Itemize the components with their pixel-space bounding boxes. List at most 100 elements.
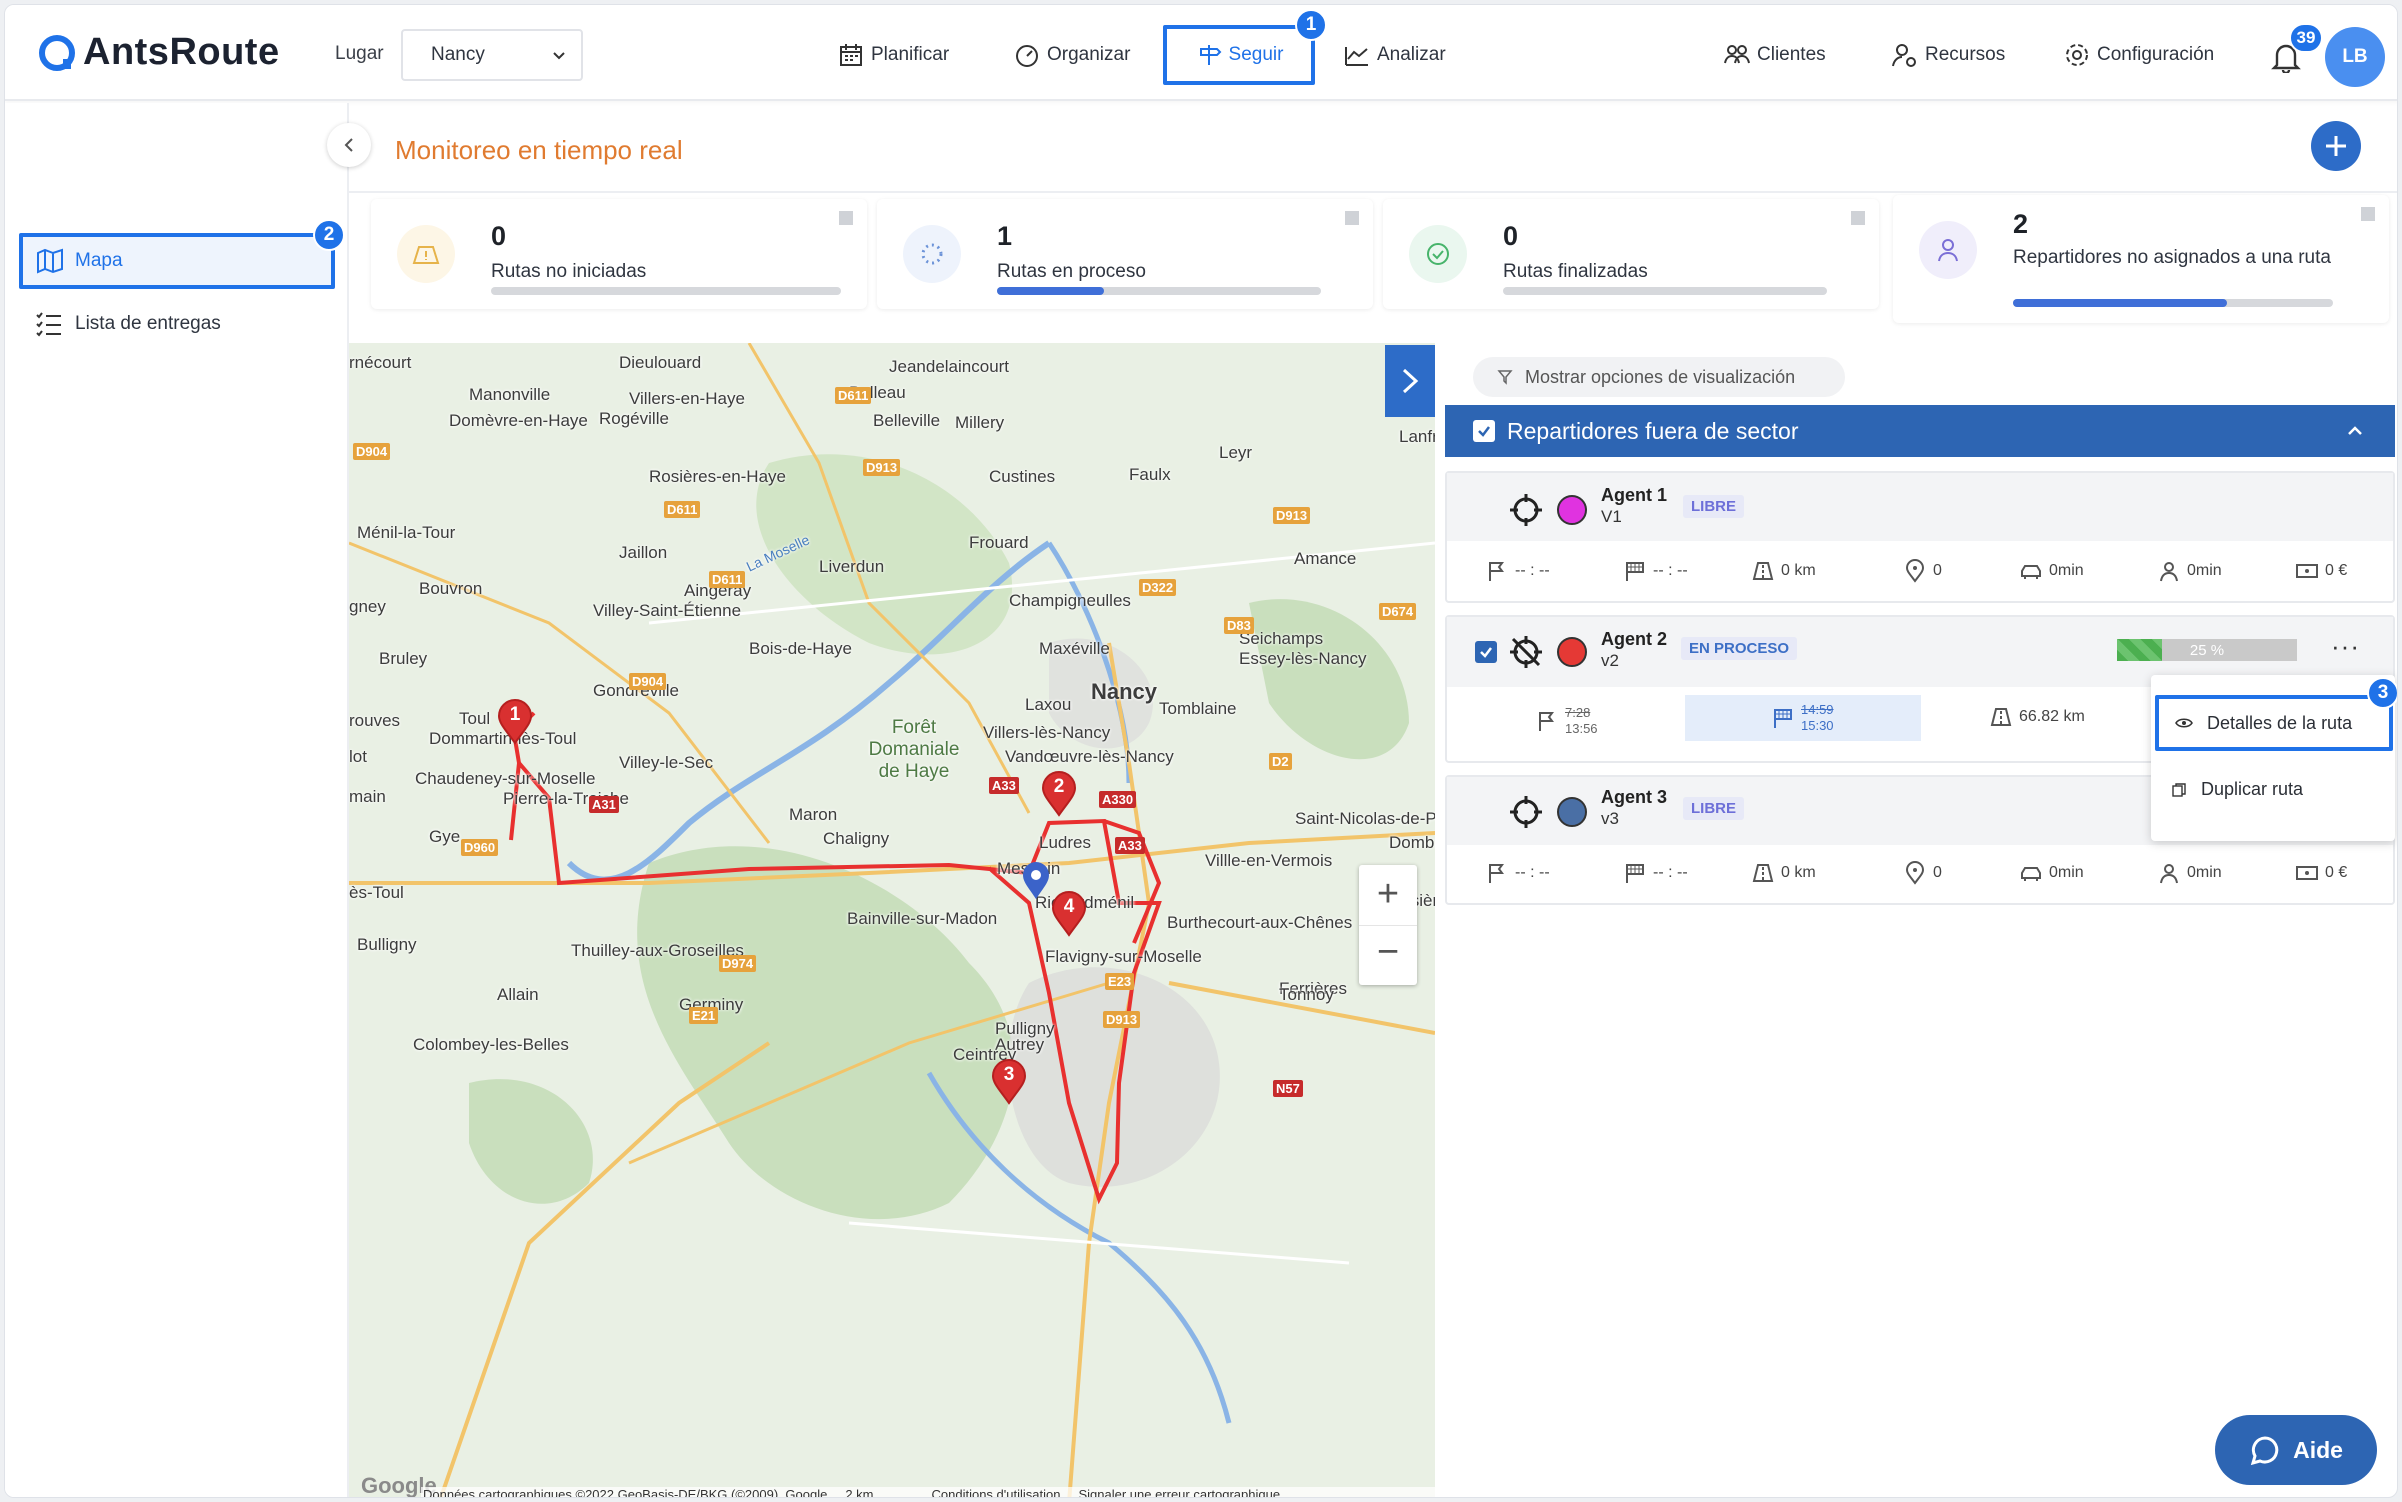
chevron-up-icon[interactable] <box>2345 421 2365 441</box>
crosshair-icon[interactable] <box>1509 493 1543 527</box>
road-shield: D913 <box>1103 1011 1141 1028</box>
menu-item-duplicar[interactable]: Duplicar ruta <box>2171 779 2303 800</box>
road-shield: D2 <box>1269 753 1292 770</box>
logo[interactable]: AntsRoute <box>37 31 280 74</box>
map-place-label: Chaligny <box>823 829 890 848</box>
money-icon <box>2296 866 2318 880</box>
stops: 0 <box>1903 559 1942 583</box>
car-icon <box>2021 565 2041 579</box>
agent-checkbox[interactable] <box>1475 641 1497 663</box>
app-window: AntsRoute Lugar Nancy Planificar Organiz… <box>4 4 2398 1498</box>
distance: 66.82 km <box>1989 705 2085 729</box>
nav-organizar[interactable]: Organizar <box>1013 35 1130 75</box>
more-options-button[interactable]: ··· <box>2331 631 2360 662</box>
map[interactable]: Dieulouard Jeandelaincourt Manonville Ville… <box>349 343 1435 1497</box>
agent-card-1[interactable]: Agent 1 V1 LIBRE -- : -- -- : -- 0 km 0 … <box>1445 471 2395 603</box>
end-time: -- : -- <box>1623 861 1688 885</box>
kpi-icon <box>903 225 961 283</box>
nav-analizar[interactable]: Analizar <box>1343 35 1446 75</box>
nav-seguir[interactable]: Seguir <box>1163 25 1315 85</box>
nav-configuracion[interactable]: Configuración <box>2063 35 2214 75</box>
kpi-toggle[interactable] <box>2361 207 2375 221</box>
route-marker[interactable]: 3 <box>991 1059 1027 1105</box>
kpi-card-en-proceso[interactable]: 1 Rutas en proceso <box>877 199 1373 309</box>
report-link[interactable]: Signaler une erreur cartographique <box>1078 1487 1280 1497</box>
check-circle-icon <box>1427 243 1449 265</box>
kpi-card-no-iniciadas[interactable]: 0 Rutas no iniciadas <box>371 199 867 309</box>
zoom-out-button[interactable]: − <box>1359 925 1417 985</box>
money-icon <box>2296 564 2318 578</box>
kpi-card-finalizadas[interactable]: 0 Rutas finalizadas <box>1383 199 1879 309</box>
sidebar-item-mapa[interactable]: Mapa <box>19 233 335 289</box>
map-place-label: Chaudeney-sur-Moselle <box>415 769 596 788</box>
map-place-label: Bruley <box>379 649 428 668</box>
drive-time: 0min <box>2019 861 2084 885</box>
road-shield: A33 <box>989 777 1019 794</box>
person-icon <box>2160 562 2178 582</box>
chevron-down-icon <box>553 52 565 60</box>
map-place-label: Frouard <box>969 533 1029 552</box>
map-scale: 2 km <box>845 1487 913 1497</box>
map-place-label: Ménil-la-Tour <box>357 523 456 542</box>
zoom-in-button[interactable]: + <box>1359 865 1417 925</box>
logo-icon <box>39 34 75 71</box>
route-marker[interactable]: 4 <box>1051 891 1087 937</box>
road-shield: D674 <box>1379 603 1417 620</box>
context-menu: Detalles de la ruta Duplicar ruta <box>2151 675 2395 841</box>
sidebar: Mapa 2 Lista de entregas <box>5 103 349 1497</box>
nav-planificar[interactable]: Planificar <box>837 35 949 75</box>
sidebar-item-lista[interactable]: Lista de entregas <box>35 311 221 337</box>
help-button[interactable]: Aide <box>2215 1415 2377 1485</box>
top-bar: AntsRoute Lugar Nancy Planificar Organiz… <box>5 5 2397 101</box>
kpi-card-no-asignados[interactable]: 2 Repartidores no asignados a una ruta <box>1893 195 2389 323</box>
map-place-label: Faulx <box>1129 465 1171 484</box>
section-checkbox[interactable] <box>1473 420 1495 442</box>
check-icon <box>1480 647 1492 658</box>
nav-clientes[interactable]: Clientes <box>1723 35 1826 75</box>
kpi-progress <box>997 287 1321 295</box>
expand-map-button[interactable] <box>1385 345 1435 417</box>
nav-recursos[interactable]: Recursos <box>1891 35 2005 75</box>
vehicle-position-marker[interactable] <box>1021 861 1051 906</box>
lugar-label: Lugar <box>335 43 384 64</box>
map-attribution: Données cartographiques ©2022 GeoBasis-D… <box>421 1487 1435 1497</box>
lugar-select[interactable]: Nancy <box>401 29 583 81</box>
terms-link[interactable]: Conditions d'utilisation <box>932 1487 1061 1497</box>
route-marker[interactable]: 1 <box>497 699 533 745</box>
gear-icon <box>2066 44 2088 66</box>
menu-item-detalles[interactable]: Detalles de la ruta <box>2155 695 2393 751</box>
route-marker[interactable]: 2 <box>1041 771 1077 817</box>
display-options-button[interactable]: Mostrar opciones de visualización <box>1473 357 1845 397</box>
person-icon <box>2160 864 2178 884</box>
road-shield: N57 <box>1273 1080 1303 1097</box>
step-badge-1: 1 <box>1295 9 1327 41</box>
map-place-label: Villey-le-Sec <box>619 753 714 772</box>
signpost-icon <box>1199 45 1221 65</box>
map-place-label: Dombasle <box>1389 833 1435 852</box>
map-icon <box>37 248 63 274</box>
avatar[interactable]: LB <box>2325 27 2385 87</box>
route-progress: 25 % <box>2117 639 2297 661</box>
road-shield: D83 <box>1224 617 1254 634</box>
map-place-label: Rogéville <box>599 409 669 428</box>
kpi-toggle[interactable] <box>839 211 853 225</box>
user-icon <box>1938 239 1958 262</box>
flag-icon <box>1489 562 1504 581</box>
pin-icon <box>1905 559 1925 583</box>
collapse-sidebar-button[interactable] <box>327 123 371 167</box>
crosshair-icon[interactable] <box>1509 795 1543 829</box>
agent-color-dot <box>1557 495 1587 525</box>
add-button[interactable] <box>2311 121 2361 171</box>
play-icon <box>1402 368 1419 394</box>
map-place-label: Bouvron <box>419 579 483 598</box>
car-icon <box>2021 867 2041 881</box>
map-warning-icon <box>412 246 440 264</box>
kpi-toggle[interactable] <box>1851 211 1865 225</box>
map-place-label: Forêt Domaniale de Haye <box>868 717 960 782</box>
section-header[interactable]: Repartidores fuera de sector <box>1445 405 2395 457</box>
road-shield: D611 <box>709 571 746 588</box>
crosshair-off-icon[interactable] <box>1509 635 1543 669</box>
map-place-label: Domèvre-en-Haye <box>449 411 588 430</box>
kpi-toggle[interactable] <box>1345 211 1359 225</box>
agent-vehicle: v2 <box>1601 651 1619 670</box>
